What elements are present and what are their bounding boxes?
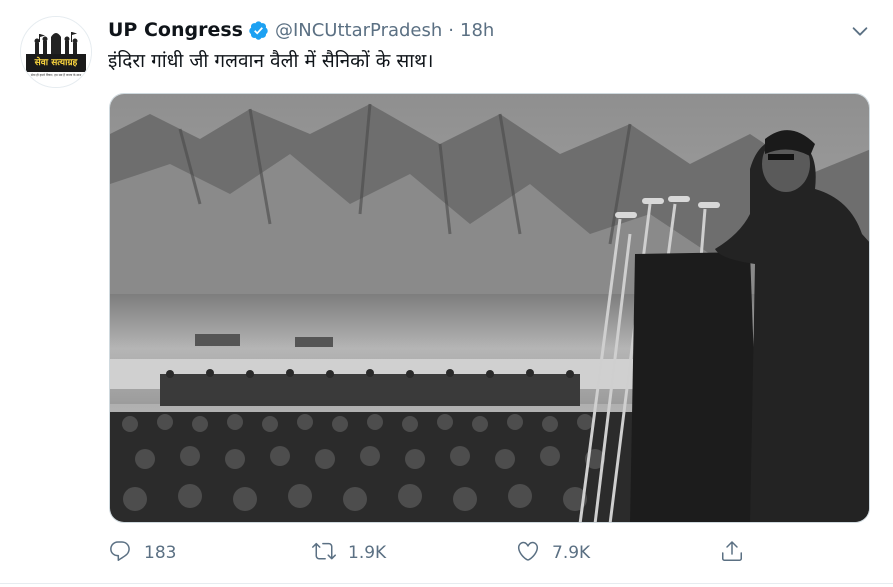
reply-count: 183 xyxy=(144,543,177,563)
separator-dot: · xyxy=(448,19,455,41)
author-name[interactable]: UP Congress xyxy=(108,19,243,41)
like-button[interactable]: 7.9K xyxy=(516,536,590,570)
author-handle[interactable]: @INCUttarPradesh xyxy=(275,20,442,41)
tweet-divider xyxy=(0,583,893,584)
tweet-header: UP Congress @INCUttarPradesh · 18h xyxy=(108,16,494,44)
retweet-count: 1.9K xyxy=(348,543,387,563)
like-count: 7.9K xyxy=(552,543,591,563)
share-button[interactable] xyxy=(720,536,744,570)
tweet-photo[interactable] xyxy=(109,93,870,523)
photo-graphic xyxy=(110,94,869,522)
tweet-actions: 183 1.9K 7.9K xyxy=(108,536,768,570)
tweet-text: इंदिरा गांधी जी गलवान वैली में सैनिकों क… xyxy=(108,50,434,72)
profile-avatar[interactable]: सेवा सत्याग्रह सेवा ही हमारे विचार, हम स… xyxy=(20,16,92,88)
reply-button[interactable]: 183 xyxy=(108,536,176,570)
retweet-button[interactable]: 1.9K xyxy=(312,536,386,570)
share-icon xyxy=(720,539,744,567)
avatar-banner-text: सेवा सत्याग्रह xyxy=(26,54,86,72)
like-icon xyxy=(516,539,540,567)
avatar-tagline: सेवा ही हमारे विचार, हम सब हैं जनता के स… xyxy=(30,73,82,77)
reply-icon xyxy=(108,539,132,567)
retweet-icon xyxy=(312,539,336,567)
chevron-down-icon[interactable] xyxy=(849,20,871,42)
verified-badge-icon xyxy=(248,20,269,41)
tweet-timestamp[interactable]: 18h xyxy=(460,20,494,41)
